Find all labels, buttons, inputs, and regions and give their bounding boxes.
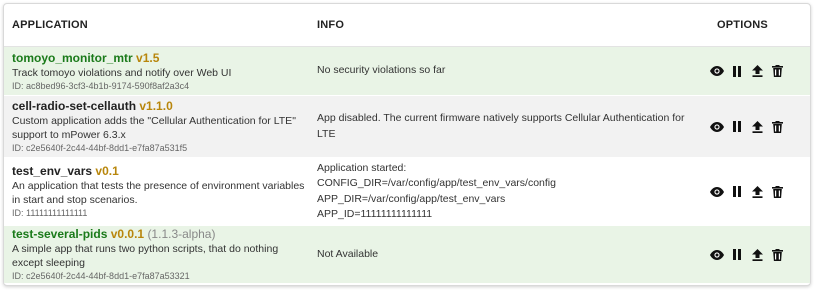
upload-icon[interactable] [750, 120, 764, 134]
eye-icon[interactable] [710, 248, 724, 262]
trash-icon[interactable] [770, 64, 784, 78]
eye-icon[interactable] [710, 64, 724, 78]
table-row: tomoyo_monitor_mtr v1.5 Track tomoyo vio… [4, 47, 810, 96]
app-info: No security violations so far [317, 64, 446, 77]
app-description: A simple app that runs two python script… [12, 243, 279, 269]
info-line: CONFIG_DIR=/var/config/app/test_env_vars… [317, 177, 556, 189]
app-name-line: cell-radio-set-cellauth v1.1.0 [12, 99, 309, 114]
table-row: test_env_vars v0.1 An application that t… [4, 158, 810, 226]
app-description: Custom application adds the "Cellular Au… [12, 115, 296, 141]
application-cell: tomoyo_monitor_mtr v1.5 Track tomoyo vio… [4, 51, 309, 92]
application-cell: test-several-pids v0.0.1 (1.1.3-alpha) A… [4, 227, 309, 282]
app-info: Not Available [317, 247, 379, 260]
pause-icon[interactable] [730, 64, 744, 78]
applications-table: APPLICATION INFO OPTIONS tomoyo_monitor_… [3, 3, 811, 286]
upload-icon[interactable] [750, 64, 764, 78]
table-row: cell-radio-set-cellauth v1.1.0 Custom ap… [4, 96, 810, 158]
eye-icon[interactable] [710, 185, 724, 199]
app-version-extra: (1.1.3-alpha) [147, 227, 216, 241]
pause-icon[interactable] [730, 120, 744, 134]
app-name-line: tomoyo_monitor_mtr v1.5 [12, 51, 309, 66]
trash-icon[interactable] [770, 248, 784, 262]
upload-icon[interactable] [750, 185, 764, 199]
info-line: Application started: [317, 161, 407, 174]
header-options: OPTIONS [717, 19, 768, 31]
app-options [705, 120, 810, 134]
app-info: App disabled. The current firmware nativ… [317, 112, 685, 140]
app-name-line: test-several-pids v0.0.1 (1.1.3-alpha) [12, 227, 309, 242]
app-version: v0.1 [95, 164, 119, 178]
app-version: v0.0.1 [110, 227, 145, 241]
app-name: test_env_vars [12, 164, 93, 178]
app-name-line: test_env_vars v0.1 [12, 164, 309, 179]
app-id: ID: ac8bed96-3cf3-4b1b-9174-590f8af2a3c4 [12, 80, 190, 91]
app-version: v1.5 [136, 50, 160, 65]
trash-icon[interactable] [770, 185, 784, 199]
app-options [705, 64, 810, 78]
upload-icon[interactable] [750, 248, 764, 262]
application-cell: test_env_vars v0.1 An application that t… [4, 164, 309, 219]
app-version: v1.1.0 [139, 99, 173, 113]
application-cell: cell-radio-set-cellauth v1.1.0 Custom ap… [4, 99, 309, 154]
table-row: test-several-pids v0.0.1 (1.1.3-alpha) A… [4, 226, 810, 284]
app-id: ID: 11111111111111 [12, 208, 88, 218]
eye-icon[interactable] [710, 120, 724, 134]
app-name: tomoyo_monitor_mtr [12, 50, 133, 65]
table-header: APPLICATION INFO OPTIONS [4, 4, 810, 47]
header-application: APPLICATION [12, 19, 88, 31]
app-description: Track tomoyo violations and notify over … [12, 66, 232, 79]
info-line: APP_DIR=/var/config/app/test_env_vars [317, 192, 506, 205]
header-info: INFO [317, 19, 345, 31]
pause-icon[interactable] [730, 248, 744, 262]
app-id: ID: c2e5640f-2c44-44bf-8dd1-e7fa87a531f5 [12, 143, 188, 153]
info-line: APP_ID=11111111111111 [317, 208, 433, 220]
app-options [705, 248, 810, 262]
app-name: cell-radio-set-cellauth [12, 99, 137, 113]
trash-icon[interactable] [770, 120, 784, 134]
app-name: test-several-pids [12, 227, 108, 241]
app-description: An application that tests the presence o… [12, 180, 305, 206]
app-info: Application started: CONFIG_DIR=/var/con… [309, 161, 705, 223]
pause-icon[interactable] [730, 185, 744, 199]
app-id: ID: c2e5640f-2c44-44bf-8dd1-e7fa87a53321 [12, 271, 190, 281]
app-options [705, 185, 810, 199]
